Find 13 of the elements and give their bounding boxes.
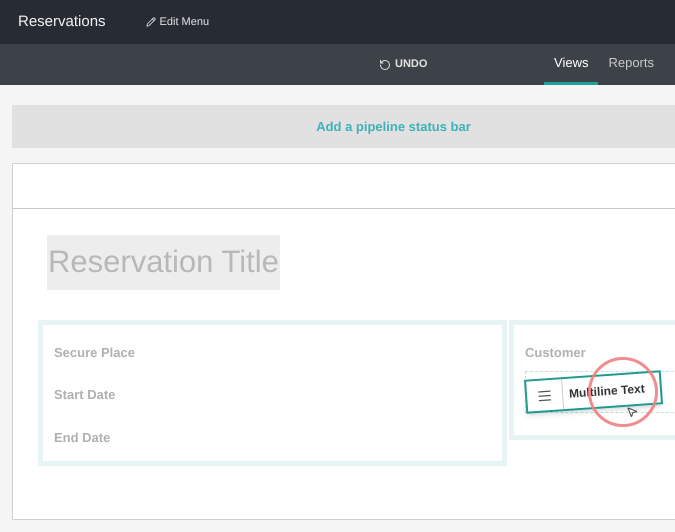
field-label: Customer [525,344,587,362]
pencil-icon [146,17,156,27]
field-label: Start Date [54,386,116,404]
field-label: Secure Place [54,344,136,362]
cursor-icon [626,406,638,418]
field-label: End Date [54,428,112,446]
undo-button[interactable]: UNDO [379,44,428,85]
app-title: Reservations [18,12,106,32]
undo-icon [379,58,391,70]
chip-label: Multiline Text [568,380,646,403]
tab[interactable]: Reports [598,44,664,85]
edit-menu-button[interactable]: Edit Menu [146,14,210,30]
tab[interactable]: Views [544,44,598,85]
